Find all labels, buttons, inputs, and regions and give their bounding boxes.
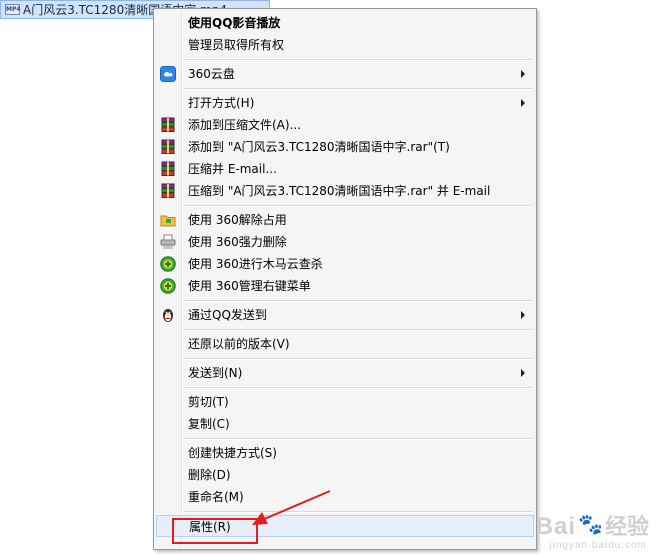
annotation-arrow [252, 490, 331, 525]
watermark-text-1: Bai [535, 513, 577, 540]
watermark-url: jingyan.baidu.com [549, 540, 647, 551]
arrow-shaft [261, 490, 331, 521]
watermark: Bai 🐾 经验 [536, 509, 649, 541]
paw-icon: 🐾 [578, 514, 603, 536]
watermark-text-2: 经验 [604, 514, 649, 539]
